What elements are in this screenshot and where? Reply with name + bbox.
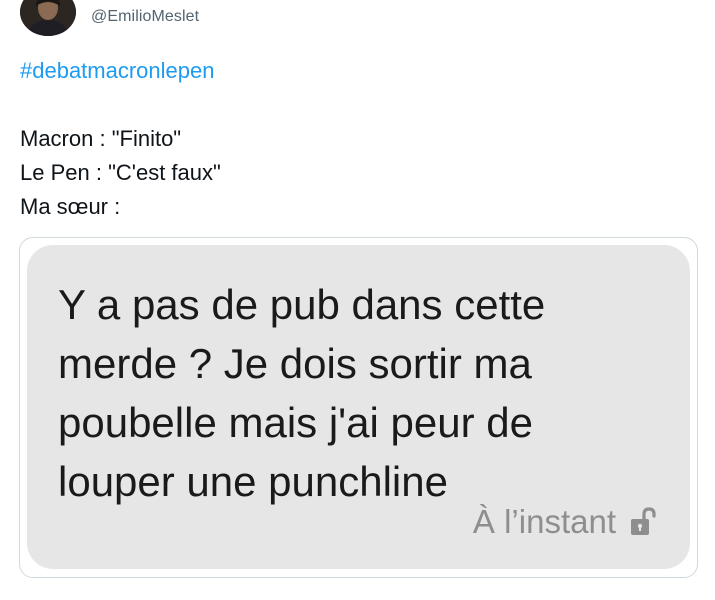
- message-bubble: Y a pas de pub dans cette merde ? Je doi…: [27, 245, 690, 569]
- verified-badge-icon: [208, 0, 226, 2]
- tweet-view: @EmilioMeslet #debatmacronlepen Macron :…: [0, 0, 715, 600]
- tweet-text: Macron : "Finito" Le Pen : "C'est faux" …: [20, 122, 221, 224]
- unlocked-padlock-icon: [631, 507, 656, 535]
- author-avatar[interactable]: [20, 0, 76, 36]
- message-meta: À l’instant: [473, 503, 656, 541]
- tweet-line: Le Pen : "C'est faux": [20, 160, 221, 185]
- tweet-media-image[interactable]: Y a pas de pub dans cette merde ? Je doi…: [19, 237, 698, 578]
- tweet-line: Macron : "Finito": [20, 126, 182, 151]
- hashtag-link[interactable]: #debatmacronlepen: [20, 58, 214, 84]
- message-line: poubelle mais j'ai peur de: [58, 399, 533, 446]
- tweet-line: Ma sœur :: [20, 194, 121, 219]
- message-line: Y a pas de pub dans cette: [58, 281, 546, 328]
- message-text: Y a pas de pub dans cette merde ? Je doi…: [58, 275, 658, 511]
- author-handle[interactable]: @EmilioMeslet: [91, 8, 199, 26]
- message-timestamp: À l’instant: [472, 503, 616, 540]
- message-line: merde ? Je dois sortir ma: [58, 340, 532, 387]
